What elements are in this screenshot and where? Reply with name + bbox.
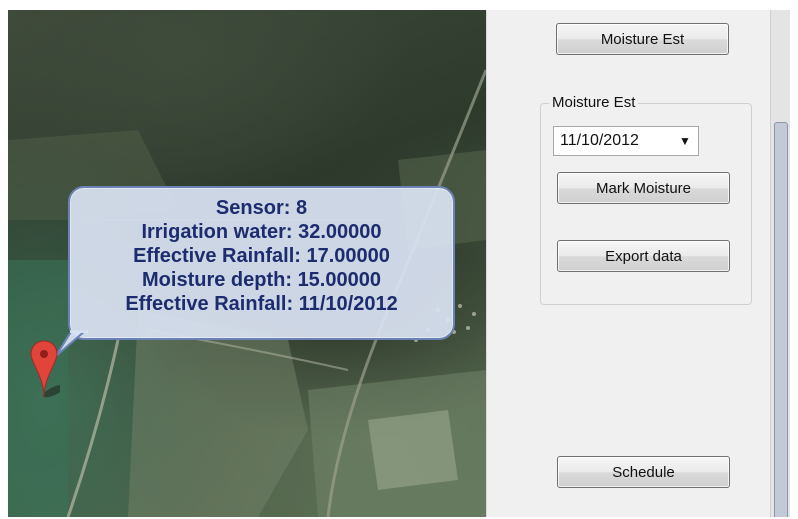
- export-data-button[interactable]: Export data: [557, 240, 730, 272]
- effective-rainfall-date-text: Effective Rainfall: 11/10/2012: [125, 293, 398, 315]
- moisture-depth-text: Moisture depth: 15.00000: [142, 269, 381, 291]
- sensor-id-text: Sensor: 8: [215, 197, 308, 219]
- mark-moisture-button[interactable]: Mark Moisture: [557, 172, 730, 204]
- schedule-button[interactable]: Schedule: [557, 456, 730, 488]
- dropdown-arrow-icon[interactable]: ▼: [672, 134, 698, 148]
- sensor-info-balloon: Sensor: 8 Irrigation water: 32.00000 Eff…: [68, 186, 455, 340]
- effective-rainfall-text: Effective Rainfall: 17.00000: [133, 245, 390, 267]
- moisture-est-group-label: Moisture Est: [549, 94, 639, 111]
- date-value: 11/10/2012: [560, 132, 639, 149]
- control-panel: Moisture Est Moisture Est 11/10/2012 ▼ M…: [486, 10, 770, 517]
- irrigation-water-text: Irrigation water: 32.00000: [141, 221, 382, 243]
- satellite-map[interactable]: Sensor: 8 Irrigation water: 32.00000 Eff…: [8, 10, 486, 517]
- vertical-scrollbar[interactable]: [770, 10, 790, 517]
- scrollbar-thumb[interactable]: [774, 122, 788, 517]
- map-pin-icon[interactable]: [30, 339, 60, 399]
- date-picker[interactable]: 11/10/2012 ▼: [553, 126, 699, 156]
- application-window: Sensor: 8 Irrigation water: 32.00000 Eff…: [8, 10, 790, 517]
- moisture-est-button[interactable]: Moisture Est: [556, 23, 729, 55]
